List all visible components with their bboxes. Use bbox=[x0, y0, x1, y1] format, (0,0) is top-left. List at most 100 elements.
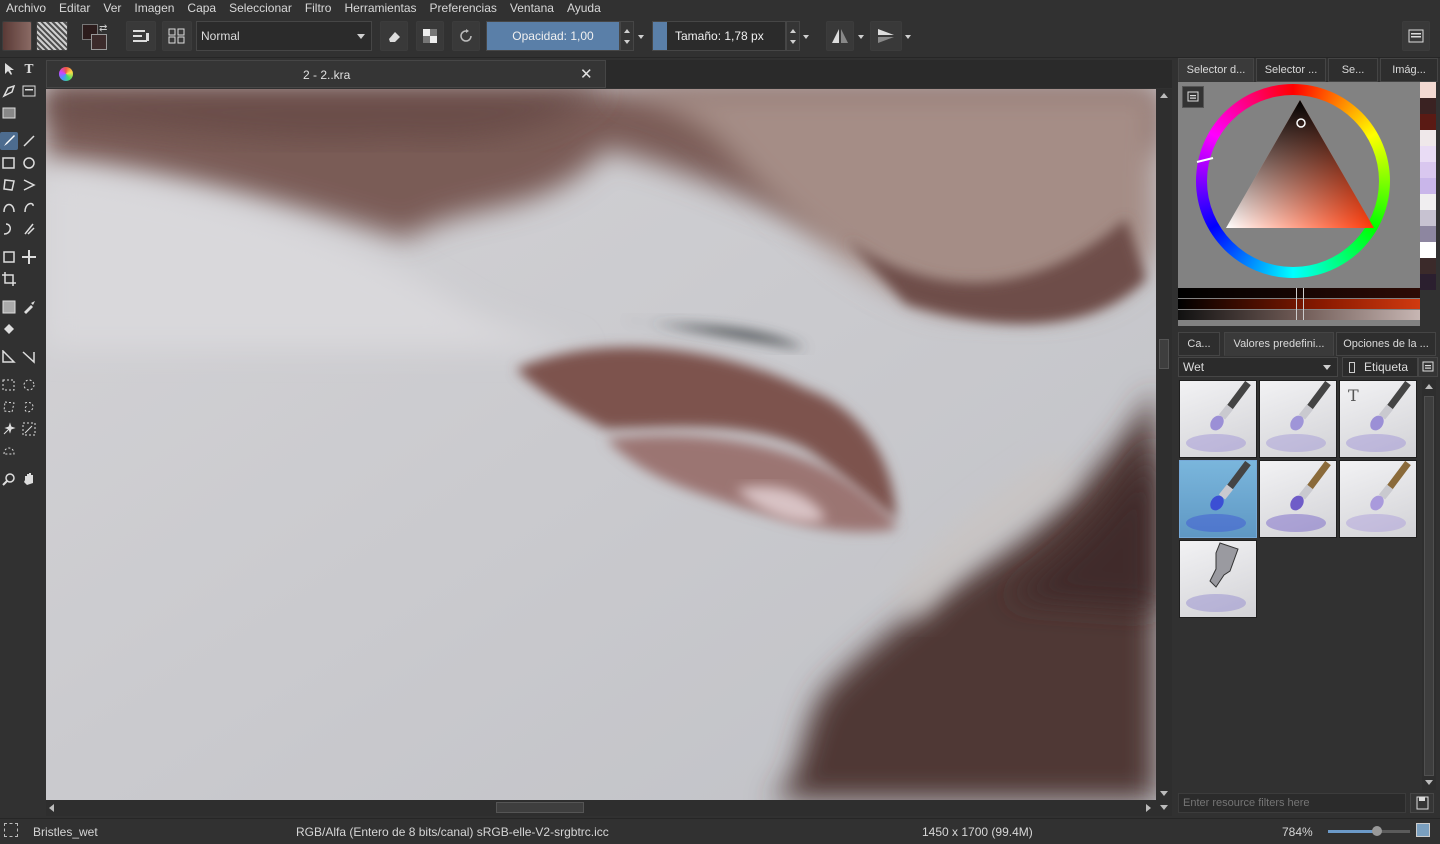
brush-preset-wet-airbrush[interactable] bbox=[1179, 540, 1257, 618]
menu-filtro[interactable]: Filtro bbox=[299, 0, 339, 16]
opacity-dropdown-icon[interactable] bbox=[638, 35, 644, 39]
tab-brush-presets[interactable]: Valores predefini... bbox=[1224, 332, 1334, 356]
soft-proof-icon[interactable] bbox=[1416, 823, 1430, 837]
recent-color-swatch[interactable] bbox=[1420, 194, 1436, 210]
brush-preset-wet-brush-text[interactable]: T bbox=[1339, 380, 1417, 458]
brush-presets-icon[interactable] bbox=[162, 21, 192, 51]
freehand-path-tool-icon[interactable] bbox=[20, 198, 38, 216]
recent-color-swatch[interactable] bbox=[1420, 82, 1436, 98]
gradient-selector-button[interactable] bbox=[2, 21, 32, 51]
zoom-slider[interactable] bbox=[1328, 826, 1410, 836]
ellipse-tool-icon[interactable] bbox=[20, 154, 38, 172]
resource-filter-input[interactable] bbox=[1178, 793, 1406, 813]
menu-ayuda[interactable]: Ayuda bbox=[561, 0, 608, 16]
brush-preset-wet-brush-6[interactable] bbox=[1339, 460, 1417, 538]
recent-color-swatch[interactable] bbox=[1420, 210, 1436, 226]
recent-color-swatch[interactable] bbox=[1420, 98, 1436, 114]
measure-tool-icon[interactable] bbox=[20, 348, 38, 366]
workspace-menu-icon[interactable] bbox=[1402, 21, 1430, 51]
tab-color-selector[interactable]: Selector ... bbox=[1256, 58, 1326, 82]
swap-colors-icon[interactable]: ⇄ bbox=[99, 23, 107, 34]
tab-specific-selector[interactable]: Se... bbox=[1328, 58, 1378, 82]
freehand-select-tool-icon[interactable] bbox=[20, 398, 38, 416]
similar-select-tool-icon[interactable] bbox=[20, 420, 38, 438]
multibrush-tool-icon[interactable] bbox=[20, 220, 38, 238]
vertical-scrollbar[interactable] bbox=[1156, 89, 1172, 800]
recent-color-swatch[interactable] bbox=[1420, 226, 1436, 242]
menu-preferencias[interactable]: Preferencias bbox=[424, 0, 504, 16]
line-tool-icon[interactable] bbox=[20, 132, 38, 150]
recent-color-swatch[interactable] bbox=[1420, 130, 1436, 146]
mirror-vertical-icon[interactable] bbox=[870, 21, 902, 51]
preserve-alpha-icon[interactable] bbox=[416, 21, 444, 51]
presets-scrollbar[interactable] bbox=[1422, 380, 1436, 790]
edit-shapes-tool-icon[interactable] bbox=[0, 82, 18, 100]
menu-herramientas[interactable]: Herramientas bbox=[338, 0, 423, 16]
scroll-down-icon[interactable] bbox=[1160, 805, 1168, 810]
text-tool-icon[interactable]: T bbox=[20, 60, 38, 78]
recent-color-swatch[interactable] bbox=[1420, 162, 1436, 178]
scroll-down-icon[interactable] bbox=[1425, 780, 1433, 785]
polyline-tool-icon[interactable] bbox=[20, 176, 38, 194]
assistant-tool-icon[interactable] bbox=[0, 348, 18, 366]
brush-preset-wet-brush-1[interactable] bbox=[1179, 380, 1257, 458]
menu-ventana[interactable]: Ventana bbox=[504, 0, 561, 16]
mirror-horizontal-icon[interactable] bbox=[826, 21, 854, 51]
color-picker-tool-icon[interactable] bbox=[20, 298, 38, 316]
recent-color-swatch[interactable] bbox=[1420, 146, 1436, 162]
tab-layers[interactable]: Ca... bbox=[1178, 332, 1220, 356]
close-icon[interactable]: ✕ bbox=[580, 65, 593, 83]
scroll-down-icon[interactable] bbox=[1160, 791, 1168, 796]
tag-button[interactable]: Etiqueta bbox=[1342, 357, 1418, 377]
bezier-tool-icon[interactable] bbox=[0, 198, 18, 216]
transform-tool-icon[interactable] bbox=[0, 248, 18, 266]
dynamic-brush-tool-icon[interactable] bbox=[0, 220, 18, 238]
vertical-scroll-thumb[interactable] bbox=[1159, 339, 1169, 369]
recent-color-swatch[interactable] bbox=[1420, 258, 1436, 274]
save-filter-icon[interactable] bbox=[1410, 793, 1434, 813]
pattern-tool-icon[interactable] bbox=[0, 104, 18, 122]
mirror-v-dropdown-icon[interactable] bbox=[905, 35, 911, 39]
recent-color-swatch[interactable] bbox=[1420, 274, 1436, 290]
recent-color-swatch[interactable] bbox=[1420, 178, 1436, 194]
recent-color-swatch[interactable] bbox=[1420, 114, 1436, 130]
size-spinner[interactable] bbox=[786, 21, 800, 51]
mirror-h-dropdown-icon[interactable] bbox=[858, 35, 864, 39]
blend-mode-select[interactable]: Normal bbox=[196, 21, 372, 51]
menu-ver[interactable]: Ver bbox=[97, 0, 128, 16]
horizontal-scroll-thumb[interactable] bbox=[496, 802, 584, 813]
zoom-slider-handle[interactable] bbox=[1372, 826, 1382, 836]
gradient-tool-icon[interactable] bbox=[0, 298, 18, 316]
tab-image[interactable]: Imág... bbox=[1380, 58, 1438, 82]
ellipse-select-tool-icon[interactable] bbox=[20, 376, 38, 394]
presets-view-menu-icon[interactable] bbox=[1418, 357, 1438, 377]
crop-tool-icon[interactable] bbox=[0, 270, 18, 288]
bezier-select-tool-icon[interactable] bbox=[0, 442, 18, 460]
menu-imagen[interactable]: Imagen bbox=[128, 0, 181, 16]
move-tool-icon[interactable] bbox=[20, 248, 38, 266]
menu-seleccionar[interactable]: Seleccionar bbox=[223, 0, 299, 16]
advanced-color-selector[interactable] bbox=[1178, 82, 1420, 326]
brush-preset-wet-brush-5[interactable] bbox=[1259, 460, 1337, 538]
brush-settings-icon[interactable] bbox=[126, 21, 156, 51]
scroll-left-icon[interactable] bbox=[49, 804, 54, 812]
zoom-tool-icon[interactable] bbox=[0, 470, 18, 488]
document-tab[interactable]: 2 - 2..kra ✕ bbox=[46, 60, 606, 88]
opacity-slider[interactable]: Opacidad: 1,00 bbox=[486, 21, 620, 51]
tag-filter-select[interactable]: Wet bbox=[1178, 357, 1338, 377]
polygon-select-tool-icon[interactable] bbox=[0, 398, 18, 416]
tab-advanced-color-selector[interactable]: Selector d... bbox=[1178, 58, 1254, 82]
recent-color-swatch[interactable] bbox=[1420, 242, 1436, 258]
brush-preset-wet-brush-2[interactable] bbox=[1259, 380, 1337, 458]
menu-editar[interactable]: Editar bbox=[53, 0, 97, 16]
presets-scroll-thumb[interactable] bbox=[1424, 396, 1434, 776]
selection-display-icon[interactable] bbox=[4, 823, 18, 837]
scroll-right-icon[interactable] bbox=[1146, 804, 1151, 812]
polygon-tool-icon[interactable] bbox=[0, 176, 18, 194]
rectangle-tool-icon[interactable] bbox=[0, 154, 18, 172]
menu-archivo[interactable]: Archivo bbox=[0, 0, 53, 16]
pattern-selector-button[interactable] bbox=[36, 21, 68, 51]
size-dropdown-icon[interactable] bbox=[803, 35, 809, 39]
brush-preset-wet-brush-4[interactable] bbox=[1179, 460, 1257, 538]
calligraphy-tool-icon[interactable] bbox=[20, 82, 38, 100]
